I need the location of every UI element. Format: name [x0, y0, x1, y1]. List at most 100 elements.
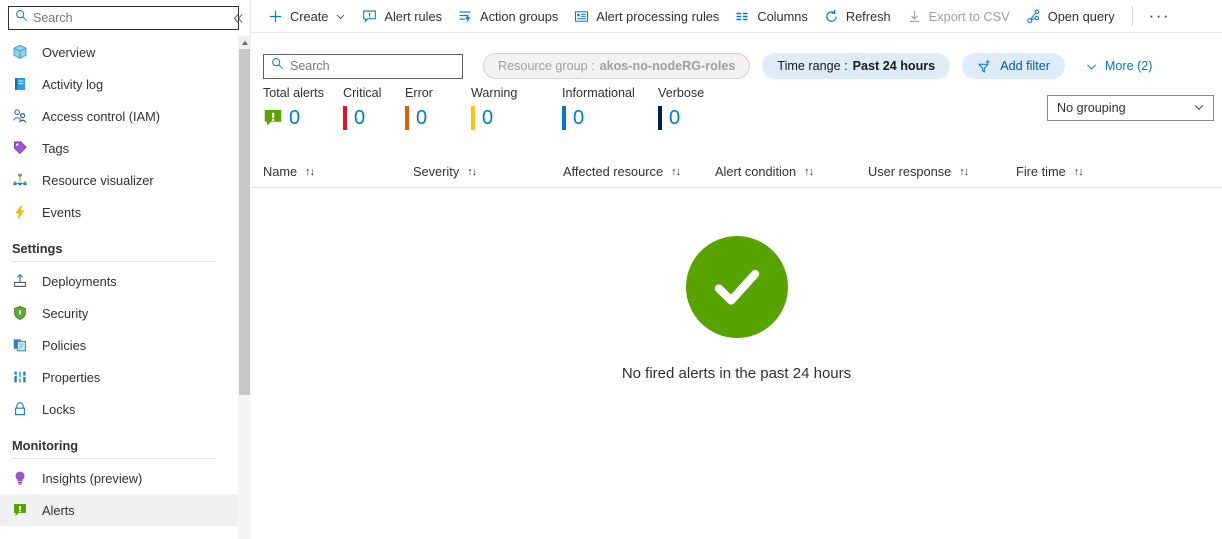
lightning-icon	[12, 204, 28, 220]
collapse-sidebar-button[interactable]	[228, 8, 248, 28]
alerts-search-input[interactable]	[290, 57, 450, 75]
sort-icon: ↑↓	[467, 165, 477, 178]
summary-value[interactable]: 0	[482, 108, 493, 128]
sidebar-item-label: Alerts	[42, 502, 75, 518]
summary-value[interactable]: 0	[573, 108, 584, 128]
column-header-alert-condition[interactable]: Alert condition ↑↓	[715, 164, 868, 179]
column-label: Severity	[413, 164, 460, 179]
sidebar-scroll-up-arrow[interactable]	[238, 36, 251, 49]
sidebar-item-resource-visualizer[interactable]: Resource visualizer	[0, 164, 238, 196]
more-filters-button[interactable]: More (2)	[1085, 59, 1152, 73]
filter-pill-time-range[interactable]: Time range : Past 24 hours	[762, 53, 951, 79]
deployments-icon	[12, 273, 28, 289]
filter-key: Time range :	[777, 59, 848, 73]
alerts-icon	[12, 502, 28, 518]
shield-icon	[12, 305, 28, 321]
sidebar-item-activity-log[interactable]: Activity log	[0, 68, 238, 100]
grouping-value: No grouping	[1057, 101, 1126, 115]
empty-state: No fired alerts in the past 24 hours	[251, 188, 1222, 382]
columns-button[interactable]: Columns	[727, 1, 816, 31]
column-header-name[interactable]: Name ↑↓	[263, 164, 413, 179]
sort-icon: ↑↓	[804, 165, 814, 178]
sidebar-item-policies[interactable]: Policies	[0, 329, 238, 361]
sidebar-nav-list: Overview Activity log Access control (IA…	[0, 36, 238, 539]
summary-cell-verbose: Verbose 0	[658, 86, 704, 131]
sidebar-item-properties[interactable]: Properties	[0, 361, 238, 393]
severity-summary: Total alerts 0 Critical 0 Error 0 Warnin…	[251, 86, 1222, 148]
summary-value[interactable]: 0	[416, 108, 427, 128]
summary-cell-critical: Critical 0	[343, 86, 405, 131]
summary-value[interactable]: 0	[289, 108, 300, 128]
summary-label: Warning	[471, 86, 518, 100]
column-header-fire-time[interactable]: Fire time ↑↓	[1016, 164, 1084, 179]
alerts-icon	[263, 108, 283, 128]
open-query-label: Open query	[1047, 8, 1115, 24]
create-button[interactable]: Create	[260, 1, 354, 31]
sidebar-item-locks[interactable]: Locks	[0, 393, 238, 425]
sort-icon: ↑↓	[305, 165, 315, 178]
open-query-icon	[1026, 8, 1041, 24]
add-filter-button[interactable]: Add filter	[962, 53, 1065, 79]
sidebar-item-label: Tags	[42, 140, 70, 156]
alert-rules-icon	[362, 9, 377, 24]
alerts-search-box[interactable]	[263, 53, 463, 79]
lightbulb-icon	[12, 470, 28, 486]
sidebar-item-label: Insights (preview)	[42, 470, 143, 486]
open-query-button[interactable]: Open query	[1018, 1, 1123, 31]
filter-bar: Resource group : akos-no-nodeRG-roles Ti…	[251, 33, 1222, 86]
sidebar-search-input[interactable]	[33, 9, 203, 27]
chevron-double-left-icon	[233, 13, 243, 23]
column-label: Name	[263, 164, 298, 179]
filter-key: Resource group :	[498, 59, 595, 73]
sidebar-item-label: Resource visualizer	[42, 172, 154, 188]
sidebar-item-deployments[interactable]: Deployments	[0, 265, 238, 297]
summary-label: Verbose	[658, 86, 705, 100]
summary-label: Total alerts	[263, 86, 324, 100]
column-header-severity[interactable]: Severity ↑↓	[413, 164, 563, 179]
sidebar-item-label: Locks	[42, 401, 76, 417]
properties-icon	[12, 369, 28, 385]
refresh-button[interactable]: Refresh	[816, 1, 899, 31]
severity-bar-error	[405, 106, 409, 130]
sidebar-item-label: Deployments	[42, 273, 117, 289]
action-groups-icon	[458, 9, 473, 24]
sidebar-item-label: Security	[42, 305, 89, 321]
alert-processing-rules-label: Alert processing rules	[596, 8, 720, 24]
sidebar-item-label: Policies	[42, 337, 87, 353]
alert-rules-button[interactable]: Alert rules	[354, 1, 450, 31]
sidebar-item-alerts[interactable]: Alerts	[0, 494, 238, 526]
sidebar-divider	[12, 458, 216, 459]
sidebar-item-label: Events	[42, 204, 82, 220]
filter-pill-resource-group: Resource group : akos-no-nodeRG-roles	[483, 53, 751, 79]
sidebar-item-access-control[interactable]: Access control (IAM)	[0, 100, 238, 132]
columns-label: Columns	[757, 8, 808, 24]
create-label: Create	[290, 8, 329, 24]
sidebar-item-label: Properties	[42, 369, 101, 385]
sidebar-divider	[12, 261, 216, 262]
action-groups-button[interactable]: Action groups	[450, 1, 566, 31]
sidebar-group-settings: Settings	[12, 241, 63, 256]
column-header-user-response[interactable]: User response ↑↓	[868, 164, 1016, 179]
sidebar-item-tags[interactable]: Tags	[0, 132, 238, 164]
summary-value[interactable]: 0	[354, 108, 365, 128]
sidebar-item-overview[interactable]: Overview	[0, 36, 238, 68]
toolbar-divider	[1131, 6, 1133, 26]
azure-alerts-page: Overview Activity log	[0, 0, 1222, 539]
chevron-down-icon	[1193, 101, 1205, 116]
summary-label: Informational	[562, 86, 635, 100]
summary-value[interactable]: 0	[669, 108, 680, 128]
sidebar-scrollbar-thumb[interactable]	[239, 49, 250, 395]
grouping-select[interactable]: No grouping	[1047, 95, 1214, 121]
more-commands-button[interactable]: ···	[1140, 1, 1179, 31]
sidebar-item-events[interactable]: Events	[0, 196, 238, 228]
sidebar-item-insights[interactable]: Insights (preview)	[0, 462, 238, 494]
sidebar-item-security[interactable]: Security	[0, 297, 238, 329]
alerts-main-panel: Create Alert rules Action groups Alert p…	[251, 0, 1222, 539]
sort-icon: ↑↓	[959, 165, 969, 178]
column-label: Alert condition	[715, 164, 797, 179]
sidebar-search-box[interactable]	[8, 6, 239, 30]
column-header-affected-resource[interactable]: Affected resource ↑↓	[563, 164, 715, 179]
alert-processing-rules-button[interactable]: Alert processing rules	[566, 1, 727, 31]
severity-bar-warning	[471, 106, 475, 130]
export-to-csv-button: Export to CSV	[899, 1, 1018, 31]
